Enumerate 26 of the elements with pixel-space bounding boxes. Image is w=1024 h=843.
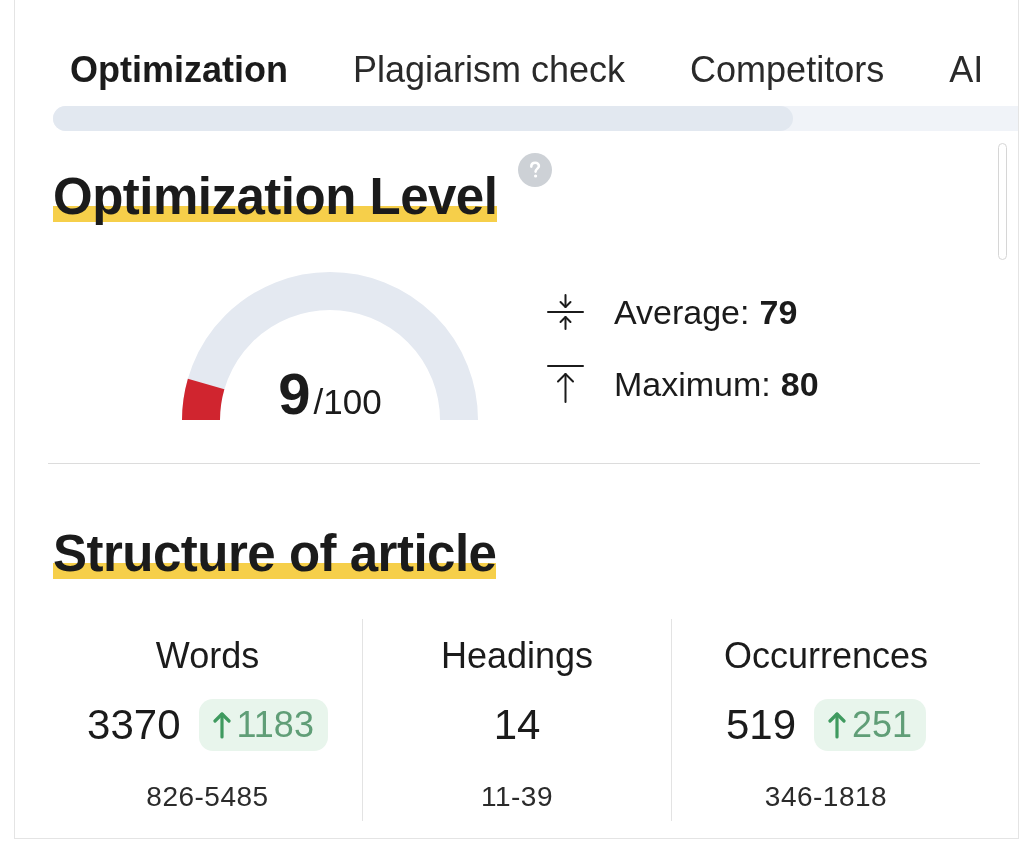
tab[interactable]: Optimization (70, 48, 288, 92)
tab[interactable]: Plagiarism check (353, 48, 626, 92)
scrollbar-thumb[interactable] (53, 106, 793, 131)
help-icon[interactable] (518, 153, 553, 187)
change-value: 251 (852, 703, 913, 747)
metric-label: Words (155, 636, 260, 676)
stat-label: Maximum: (614, 364, 771, 404)
tab[interactable]: Competitors (690, 48, 885, 92)
arrow-up-icon (828, 711, 846, 739)
metric-value: 3370 (87, 701, 181, 749)
stat-value: 79 (759, 292, 798, 332)
metric-value: 14 (493, 701, 541, 749)
stat-value: 80 (780, 364, 819, 404)
change-value: 1183 (236, 703, 314, 747)
metric-value: 519 (725, 701, 796, 749)
stat-label: Average: (614, 292, 750, 332)
vertical-scrollbar[interactable] (998, 143, 1007, 260)
metric-label: Occurrences (723, 636, 929, 676)
arrow-up-icon (212, 711, 231, 739)
metric-range: 346-1818 (764, 782, 888, 812)
metric-range: 11-39 (480, 782, 553, 812)
tab[interactable]: AI (949, 48, 984, 92)
metric-label: Headings (440, 636, 594, 676)
score-max: /100 (313, 384, 382, 419)
metric-range: 826-5485 (146, 782, 269, 812)
score-value: 9 (278, 365, 311, 423)
